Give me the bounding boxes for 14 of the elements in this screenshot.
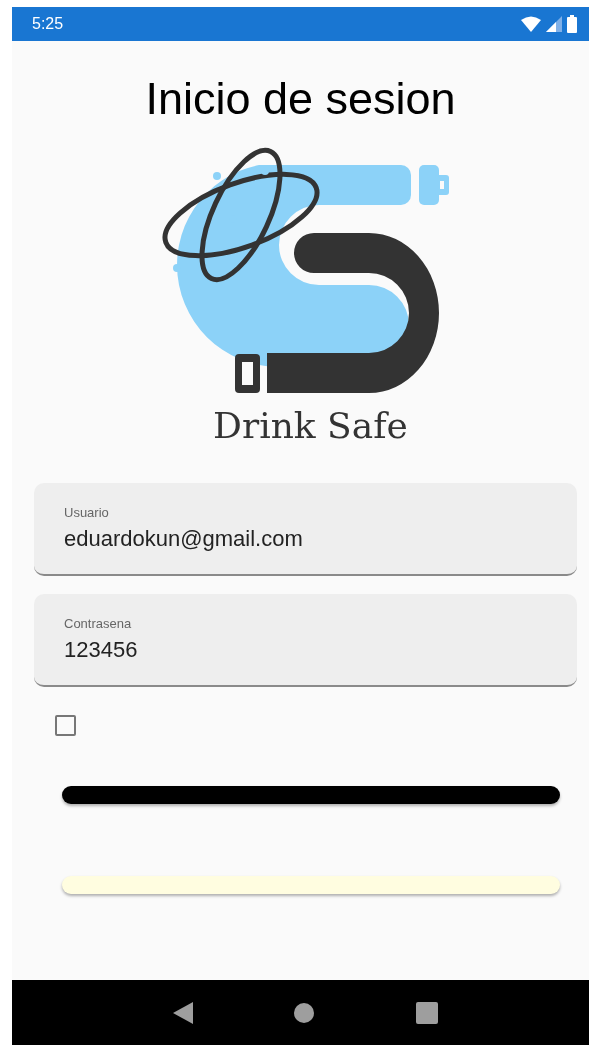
wifi-icon <box>521 16 541 32</box>
status-time: 5:25 <box>32 15 64 33</box>
input-field[interactable]: eduardokun@gmail.com <box>64 526 547 552</box>
home-icon[interactable] <box>294 1002 315 1023</box>
checkbox[interactable] <box>55 715 76 736</box>
signal-icon <box>546 16 562 32</box>
input-field[interactable]: 123456 <box>64 637 547 663</box>
back-icon[interactable] <box>172 1001 193 1024</box>
recents-icon[interactable] <box>416 1001 439 1024</box>
page-title: Inicio de sesion <box>144 72 457 126</box>
field-label: Contrasena <box>64 616 133 631</box>
battery-icon <box>567 15 577 33</box>
field-label: Usuario <box>64 505 110 520</box>
logo-text: Drink Safe <box>213 404 408 448</box>
